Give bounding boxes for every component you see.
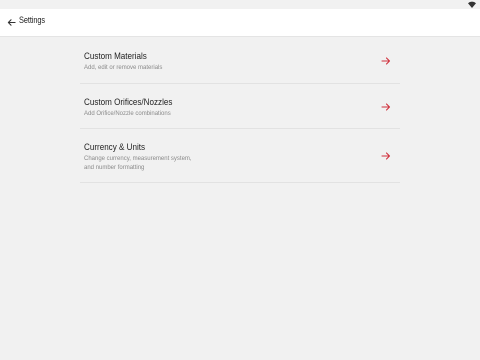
status-bar: [0, 0, 480, 9]
settings-list: Custom Materials Add, edit or remove mat…: [80, 38, 400, 183]
settings-item-title: Custom Materials: [84, 51, 147, 62]
arrow-left-icon: [7, 19, 16, 26]
settings-item-custom-orifices-nozzles[interactable]: Custom Orifices/Nozzles Add Orifice/Nozz…: [80, 84, 400, 129]
app-bar: Settings: [0, 9, 480, 37]
settings-item-description: Add, edit or remove materials: [84, 65, 163, 71]
arrow-right-icon: [381, 152, 391, 160]
settings-item-custom-materials[interactable]: Custom Materials Add, edit or remove mat…: [80, 38, 400, 84]
page-title: Settings: [19, 15, 46, 25]
arrow-right-icon: [381, 103, 391, 111]
wifi-icon: [468, 1, 476, 8]
settings-item-currency-units[interactable]: Currency & Units Change currency, measur…: [80, 129, 400, 183]
arrow-right-icon: [381, 57, 391, 65]
back-button[interactable]: [6, 17, 17, 28]
settings-item-title: Custom Orifices/Nozzles: [84, 97, 173, 108]
settings-item-description: Change currency, measurement system, and…: [84, 156, 192, 171]
settings-item-title: Currency & Units: [84, 142, 146, 153]
settings-item-description: Add Orifice/Nozzle combinations: [84, 111, 171, 117]
